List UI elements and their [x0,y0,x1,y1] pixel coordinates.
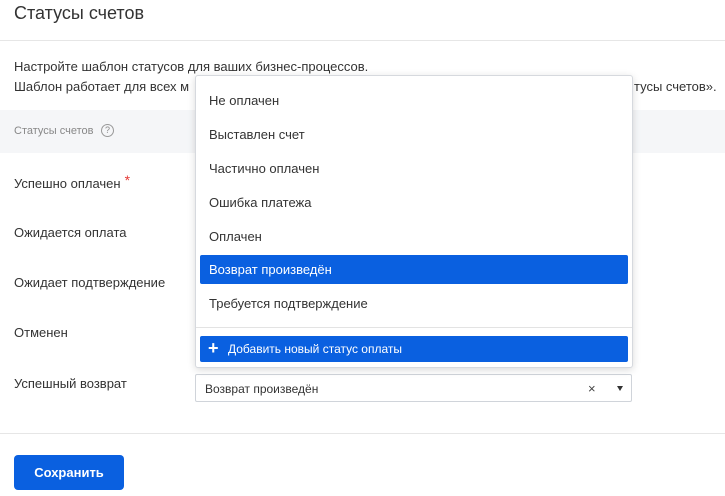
description-line-1: Настройте шаблон статусов для ваших бизн… [14,59,369,74]
dropdown-option[interactable]: Частично оплачен [200,154,628,183]
dropdown-option[interactable]: Оплачен [200,222,628,251]
dropdown-option-selected[interactable]: Возврат произведён [200,255,628,284]
select-value: Возврат произведён [205,382,319,396]
status-dropdown: Не оплачен Выставлен счет Частично оплач… [195,75,633,368]
row-label-cancelled: Отменен [14,325,68,340]
chevron-down-icon[interactable] [617,386,623,391]
clear-icon[interactable]: × [588,381,596,397]
row-label-paid-success: Успешно оплачен * [14,172,131,192]
add-status-button[interactable]: + Добавить новый статус оплаты [200,336,628,362]
add-status-label: Добавить новый статус оплаты [228,342,403,356]
save-button[interactable]: Сохранить [14,455,124,490]
row-label-awaiting-payment: Ожидается оплата [14,225,127,240]
plus-icon: + [208,338,219,358]
header-divider [0,40,725,41]
dropdown-option[interactable]: Требуется подтверждение [200,289,628,318]
invoice-statuses-page: Статусы счетов Настройте шаблон статусов… [0,0,725,496]
dropdown-option[interactable]: Ошибка платежа [200,188,628,217]
dropdown-option[interactable]: Не оплачен [200,86,628,115]
required-mark: * [124,172,131,188]
description-line-2-start: Шаблон работает для всех м [14,79,190,94]
description-line-2-end: тусы счетов». [634,79,717,94]
page-title: Статусы счетов [14,3,145,23]
row-label-awaiting-confirmation: Ожидает подтверждение [14,275,166,290]
row-label-successful-refund: Успешный возврат [14,376,127,391]
help-icon[interactable]: ? [101,124,114,137]
row-label-text: Успешно оплачен [14,176,121,191]
dropdown-option[interactable]: Выставлен счет [200,120,628,149]
dropdown-divider [196,327,632,328]
footer-divider [0,433,725,434]
refund-status-select[interactable]: Возврат произведён × [195,374,632,402]
section-label: Статусы счетов [14,125,94,137]
